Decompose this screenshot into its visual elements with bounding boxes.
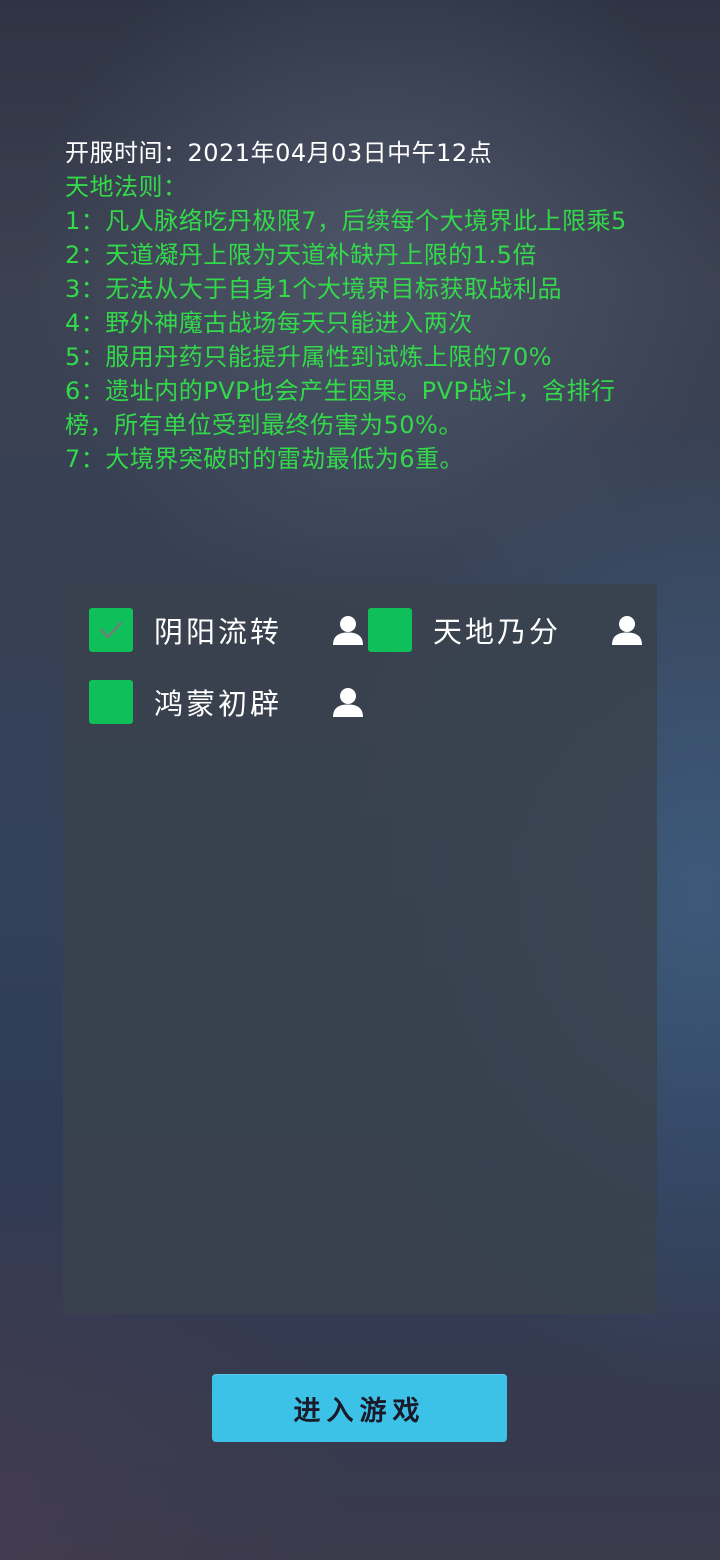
server-name: 阴阳流转 xyxy=(154,615,283,649)
user-icon xyxy=(612,616,642,645)
server-checkbox-checked[interactable] xyxy=(89,608,133,652)
rule-item-4: 4：野外神魔古战场每天只能进入两次 xyxy=(65,309,473,337)
server-option-tiandi[interactable]: 天地乃分 xyxy=(368,605,648,655)
server-name: 鸿蒙初辟 xyxy=(154,687,283,721)
rule-item-2: 2：天道凝丹上限为天道补缺丹上限的1.5倍 xyxy=(65,241,537,269)
server-list-panel: 阴阳流转 天地乃分 鸿蒙初辟 xyxy=(63,584,657,1314)
rule-item-1: 1：凡人脉络吃丹极限7，后续每个大境界此上限乘5 xyxy=(65,207,627,235)
open-time-text: 开服时间：2021年04月03日中午12点 xyxy=(65,139,493,167)
server-name: 天地乃分 xyxy=(433,615,562,649)
user-icon xyxy=(333,688,363,717)
server-option-yinyang[interactable]: 阴阳流转 xyxy=(89,605,369,655)
rule-item-5: 5：服用丹药只能提升属性到试炼上限的70% xyxy=(65,343,553,371)
rules-title: 天地法则： xyxy=(65,173,188,201)
rule-item-6: 6：遗址内的PVP也会产生因果。PVP战斗，含排行榜，所有单位受到最终伤害为50… xyxy=(65,377,616,439)
rule-item-3: 3：无法从大于自身1个大境界目标获取战利品 xyxy=(65,275,563,303)
rule-item-7: 7：大境界突破时的雷劫最低为6重。 xyxy=(65,445,465,473)
server-checkbox[interactable] xyxy=(89,680,133,724)
checkmark-icon xyxy=(99,621,123,639)
user-icon xyxy=(333,616,363,645)
server-option-hongmeng[interactable]: 鸿蒙初辟 xyxy=(89,677,369,727)
server-checkbox[interactable] xyxy=(368,608,412,652)
server-notice: 开服时间：2021年04月03日中午12点 天地法则： 1：凡人脉络吃丹极限7，… xyxy=(65,136,655,476)
enter-game-button[interactable]: 进入游戏 xyxy=(212,1374,507,1442)
